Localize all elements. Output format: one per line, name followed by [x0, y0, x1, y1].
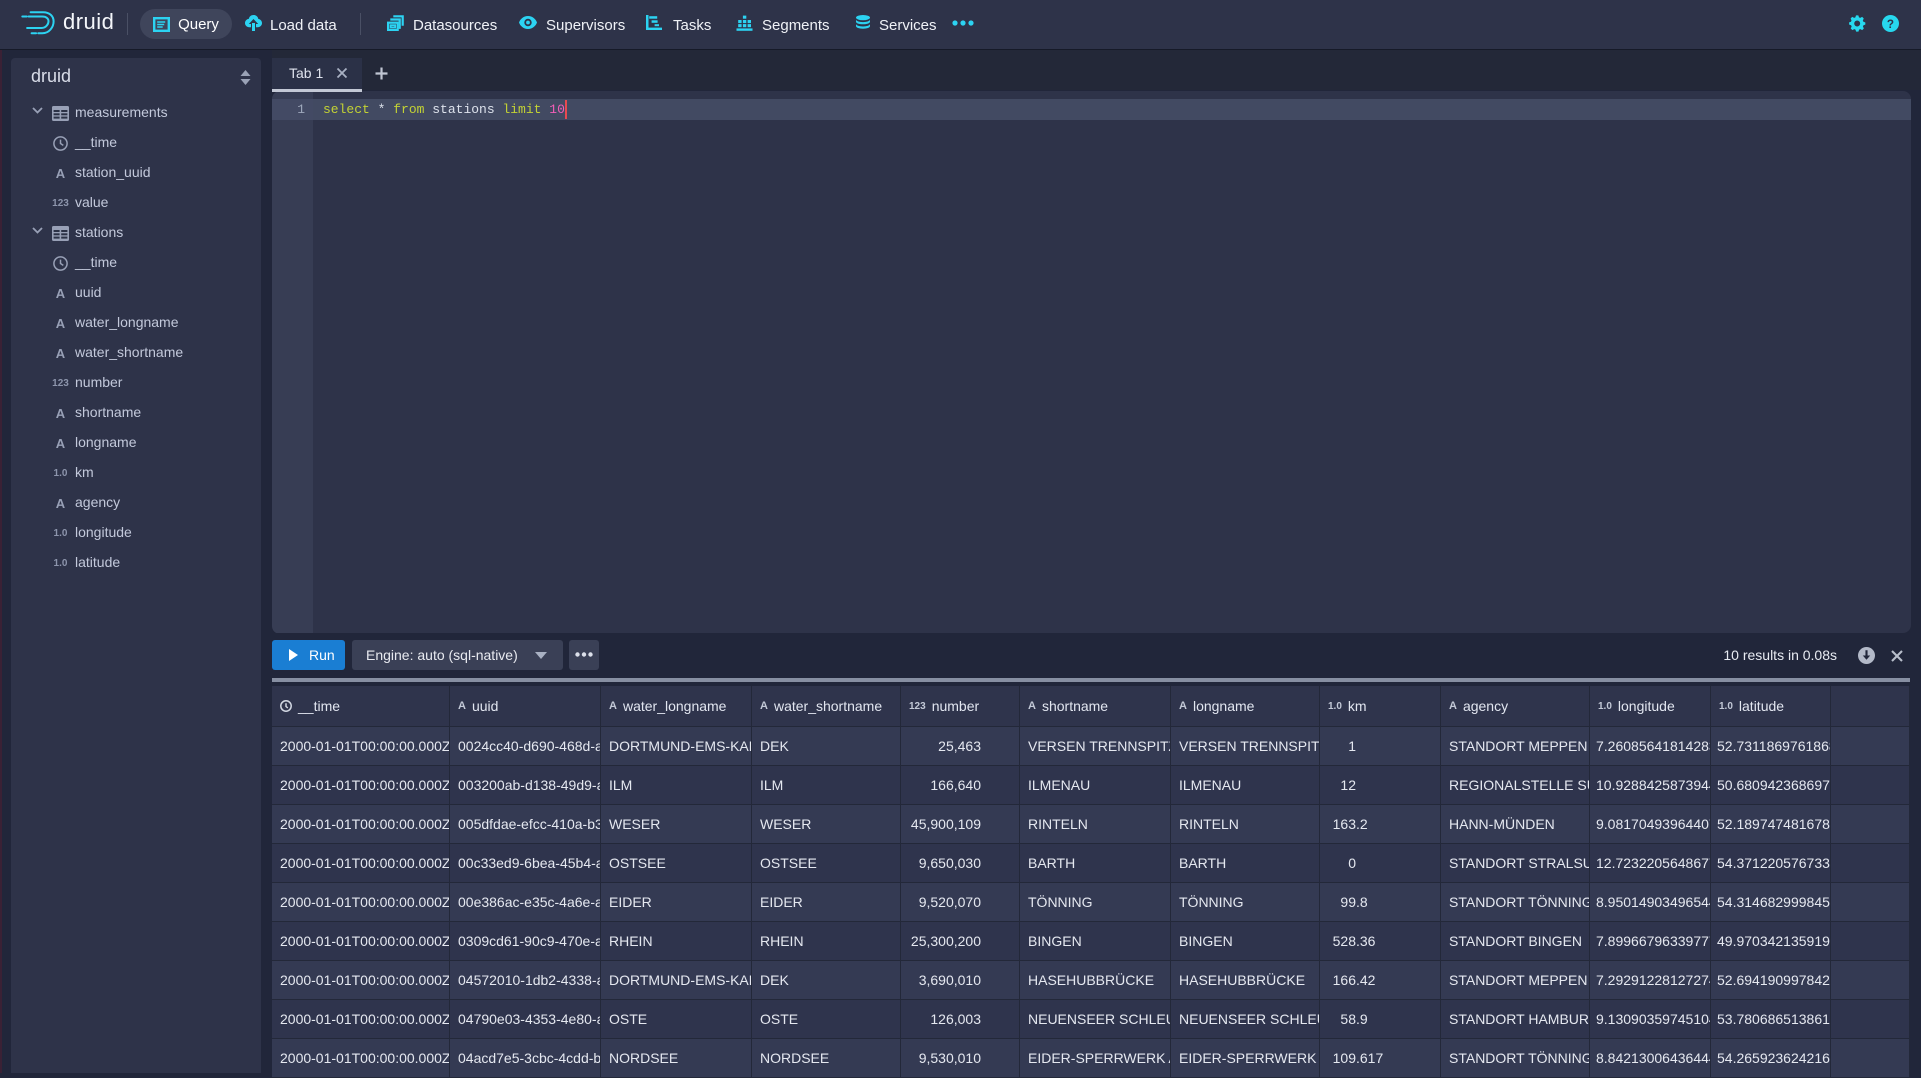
svg-text:?: ?	[1887, 18, 1894, 31]
